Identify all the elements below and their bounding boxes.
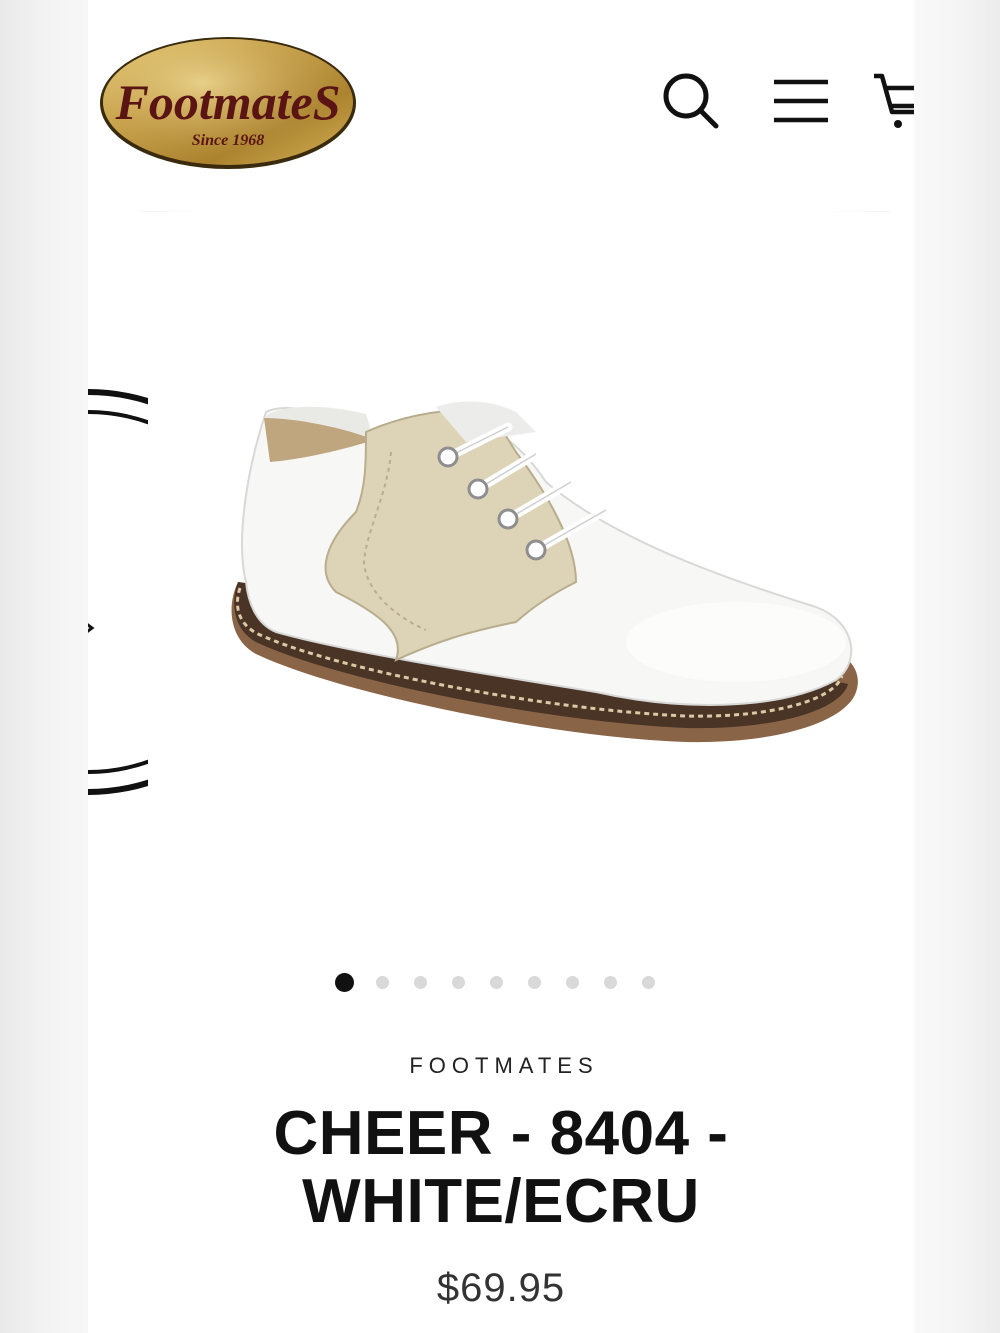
gallery-dot-7[interactable]: [566, 975, 579, 989]
logo-wordmark: FootmateS: [114, 74, 340, 130]
gallery-dot-2[interactable]: [376, 975, 389, 989]
gallery-pagination: [88, 970, 914, 994]
gallery-dot-6[interactable]: [528, 975, 541, 989]
product-page: FootmateS Since 1968 FOOTMATES CHEER - 8…: [88, 0, 914, 1333]
right-background: [914, 0, 1000, 1333]
menu-button[interactable]: [771, 70, 831, 130]
footmates-logo[interactable]: FootmateS Since 1968: [98, 34, 358, 172]
next-image-preview[interactable]: [904, 632, 914, 712]
product-gallery[interactable]: [88, 212, 914, 952]
previous-image-preview[interactable]: [88, 382, 148, 802]
logo-tagline: Since 1968: [192, 132, 264, 149]
product-price: $69.95: [436, 1266, 566, 1310]
gallery-dot-5[interactable]: [490, 975, 503, 989]
menu-icon: [774, 79, 828, 123]
gallery-dot-1[interactable]: [334, 972, 354, 992]
product-image[interactable]: [216, 392, 866, 772]
cart-button[interactable]: [872, 70, 914, 130]
gallery-dot-8[interactable]: [604, 975, 617, 989]
left-background: [0, 0, 88, 1333]
cart-icon: [874, 73, 914, 128]
product-title: CHEER - 8404 - WHITE/ECRU: [273, 1099, 729, 1236]
search-button[interactable]: [662, 70, 722, 130]
gallery-dot-9[interactable]: [642, 975, 655, 989]
gallery-dot-4[interactable]: [452, 975, 465, 989]
gallery-dot-3[interactable]: [414, 975, 427, 989]
product-brand[interactable]: FOOTMATES: [88, 1053, 914, 1079]
search-icon: [663, 73, 719, 129]
